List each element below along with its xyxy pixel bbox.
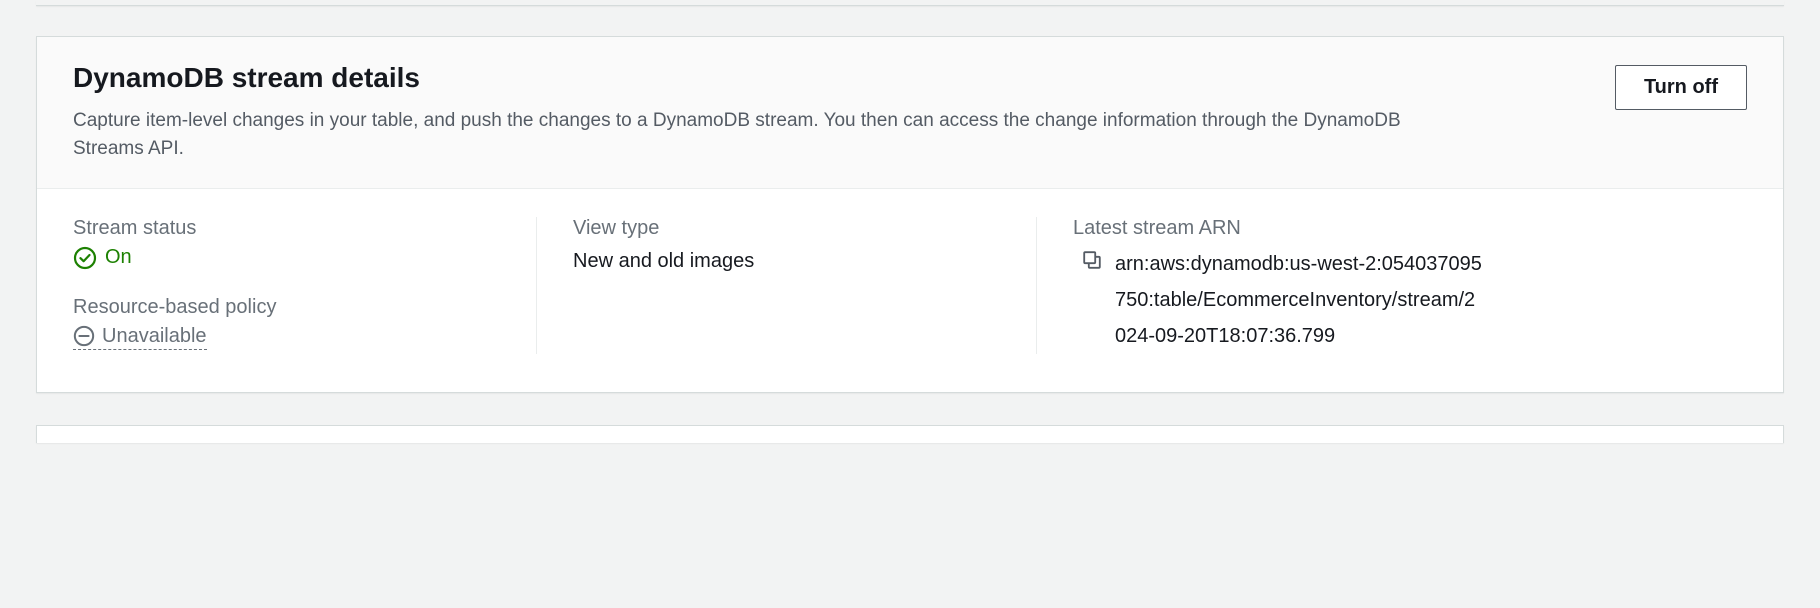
check-circle-icon (73, 246, 97, 270)
view-type-field: View type New and old images (573, 217, 1000, 276)
arn-label: Latest stream ARN (1073, 217, 1747, 240)
arn-value-row: arn:aws:dynamodb:us-west-2:054037095750:… (1073, 246, 1747, 354)
arn-value: arn:aws:dynamodb:us-west-2:054037095750:… (1115, 246, 1485, 354)
dynamodb-stream-details-panel: DynamoDB stream details Capture item-lev… (36, 36, 1784, 393)
resource-policy-value-row[interactable]: Unavailable (73, 325, 207, 350)
panel-body: Stream status On Resource-based policy (37, 189, 1783, 392)
stream-status-value: On (105, 246, 132, 269)
stream-status-value-row: On (73, 246, 500, 270)
panel-header-text: DynamoDB stream details Capture item-lev… (73, 61, 1615, 164)
view-type-value: New and old images (573, 246, 1000, 276)
stream-status-field: Stream status On (73, 217, 500, 270)
panel-header: DynamoDB stream details Capture item-lev… (37, 37, 1783, 189)
column-2: View type New and old images (537, 217, 1037, 354)
resource-policy-label: Resource-based policy (73, 296, 500, 319)
resource-policy-field: Resource-based policy Unavailable (73, 296, 500, 350)
column-3: Latest stream ARN arn:aws:dynamodb:us-we… (1037, 217, 1783, 354)
resource-policy-value: Unavailable (102, 325, 207, 348)
stream-status-label: Stream status (73, 217, 500, 240)
view-type-label: View type (573, 217, 1000, 240)
arn-field: Latest stream ARN arn:aws:dynamodb:us-we… (1073, 217, 1747, 354)
copy-icon (1081, 249, 1103, 271)
previous-panel-bottom-edge (36, 0, 1784, 6)
panel-description: Capture item-level changes in your table… (73, 107, 1423, 164)
minus-circle-icon (73, 325, 95, 347)
next-panel-top-edge (36, 425, 1784, 443)
panel-title: DynamoDB stream details (73, 61, 1595, 95)
copy-arn-button[interactable] (1073, 246, 1103, 271)
column-1: Stream status On Resource-based policy (37, 217, 537, 354)
turn-off-button[interactable]: Turn off (1615, 65, 1747, 110)
